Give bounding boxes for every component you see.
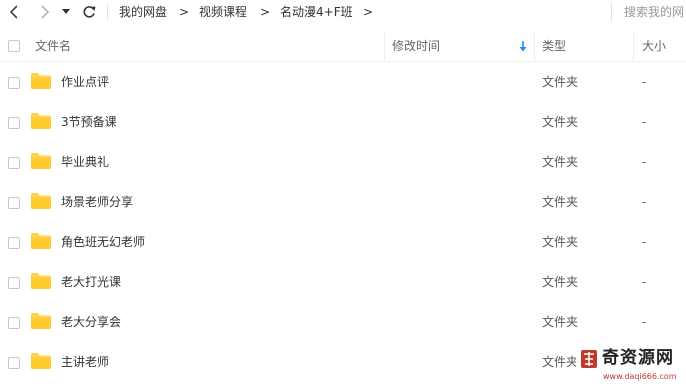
file-size: -	[642, 315, 647, 329]
toolbar: 我的网盘 > 视频课程 > 名动漫4+F班 >	[0, 0, 686, 24]
row-checkbox[interactable]	[8, 77, 20, 89]
column-header-name[interactable]: 文件名	[35, 39, 71, 53]
row-checkbox[interactable]	[8, 317, 20, 329]
breadcrumb-item-my-drive[interactable]: 我的网盘	[119, 4, 167, 20]
chevron-left-icon	[9, 5, 18, 19]
forward-button[interactable]	[34, 2, 54, 22]
breadcrumb-separator: >	[179, 5, 190, 19]
file-row[interactable]: 作业点评 文件夹 -	[0, 62, 686, 102]
caret-down-icon	[62, 9, 70, 14]
file-size: -	[642, 195, 647, 209]
row-checkbox[interactable]	[8, 237, 20, 249]
file-name[interactable]: 场景老师分享	[61, 195, 133, 209]
column-header-size[interactable]: 大小	[642, 39, 666, 53]
file-type: 文件夹	[542, 235, 579, 249]
file-name[interactable]: 老大打光课	[61, 275, 121, 289]
file-list-header: 文件名 修改时间 类型 大小	[0, 31, 686, 62]
watermark-url: www.daqi666.com	[603, 372, 677, 381]
folder-icon	[31, 153, 51, 169]
arrow-down-icon[interactable]	[518, 40, 528, 52]
file-type: 文件夹	[542, 155, 579, 169]
row-checkbox[interactable]	[8, 197, 20, 209]
folder-icon	[31, 113, 51, 129]
column-header-modified[interactable]: 修改时间	[392, 39, 440, 53]
folder-icon	[31, 313, 51, 329]
row-checkbox[interactable]	[8, 157, 20, 169]
file-size: -	[642, 75, 647, 89]
row-checkbox[interactable]	[8, 117, 20, 129]
folder-icon	[31, 353, 51, 369]
file-name[interactable]: 作业点评	[61, 75, 109, 89]
history-dropdown[interactable]	[59, 2, 73, 22]
file-size: -	[642, 275, 647, 289]
file-type: 文件夹	[542, 275, 579, 289]
column-divider	[384, 31, 385, 61]
file-row[interactable]: 毕业典礼 文件夹 -	[0, 142, 686, 182]
file-row[interactable]: 3节预备课 文件夹 -	[0, 102, 686, 142]
search-box	[611, 2, 686, 22]
file-size: -	[642, 115, 647, 129]
file-row[interactable]: 老大打光课 文件夹 -	[0, 262, 686, 302]
file-type: 文件夹	[542, 195, 579, 209]
file-name[interactable]: 3节预备课	[61, 115, 117, 129]
column-header-type[interactable]: 类型	[542, 39, 566, 53]
file-name[interactable]: 老大分享会	[61, 315, 121, 329]
file-size: -	[642, 155, 647, 169]
breadcrumb-separator: >	[260, 5, 271, 19]
file-type: 文件夹	[542, 75, 579, 89]
select-all-checkbox[interactable]	[8, 40, 20, 52]
watermark-logo-icon	[581, 350, 597, 368]
search-input[interactable]	[624, 4, 686, 20]
back-button[interactable]	[5, 2, 25, 22]
file-row[interactable]: 场景老师分享 文件夹 -	[0, 182, 686, 222]
file-type: 文件夹	[542, 355, 579, 369]
file-size: -	[642, 235, 647, 249]
chevron-right-icon	[41, 5, 50, 19]
breadcrumb-item-video-courses[interactable]: 视频课程	[199, 4, 247, 20]
toolbar-divider	[107, 3, 108, 21]
row-checkbox[interactable]	[8, 357, 20, 369]
folder-icon	[31, 73, 51, 89]
column-divider	[534, 31, 535, 61]
refresh-icon	[83, 6, 96, 18]
breadcrumb-separator: >	[363, 5, 374, 19]
folder-icon	[31, 233, 51, 249]
breadcrumb-item-class[interactable]: 名动漫4+F班	[280, 4, 353, 20]
file-type: 文件夹	[542, 315, 579, 329]
row-checkbox[interactable]	[8, 277, 20, 289]
file-name[interactable]: 毕业典礼	[61, 155, 109, 169]
refresh-button[interactable]	[79, 2, 99, 22]
column-divider	[633, 31, 634, 61]
file-row[interactable]: 老大分享会 文件夹 -	[0, 302, 686, 342]
file-row[interactable]: 角色班无幻老师 文件夹 -	[0, 222, 686, 262]
watermark-title: 奇资源网	[602, 348, 674, 368]
folder-icon	[31, 273, 51, 289]
file-name[interactable]: 角色班无幻老师	[61, 235, 145, 249]
watermark: 奇资源网 www.daqi666.com	[576, 346, 684, 386]
folder-icon	[31, 193, 51, 209]
file-type: 文件夹	[542, 115, 579, 129]
file-name[interactable]: 主讲老师	[61, 355, 109, 369]
